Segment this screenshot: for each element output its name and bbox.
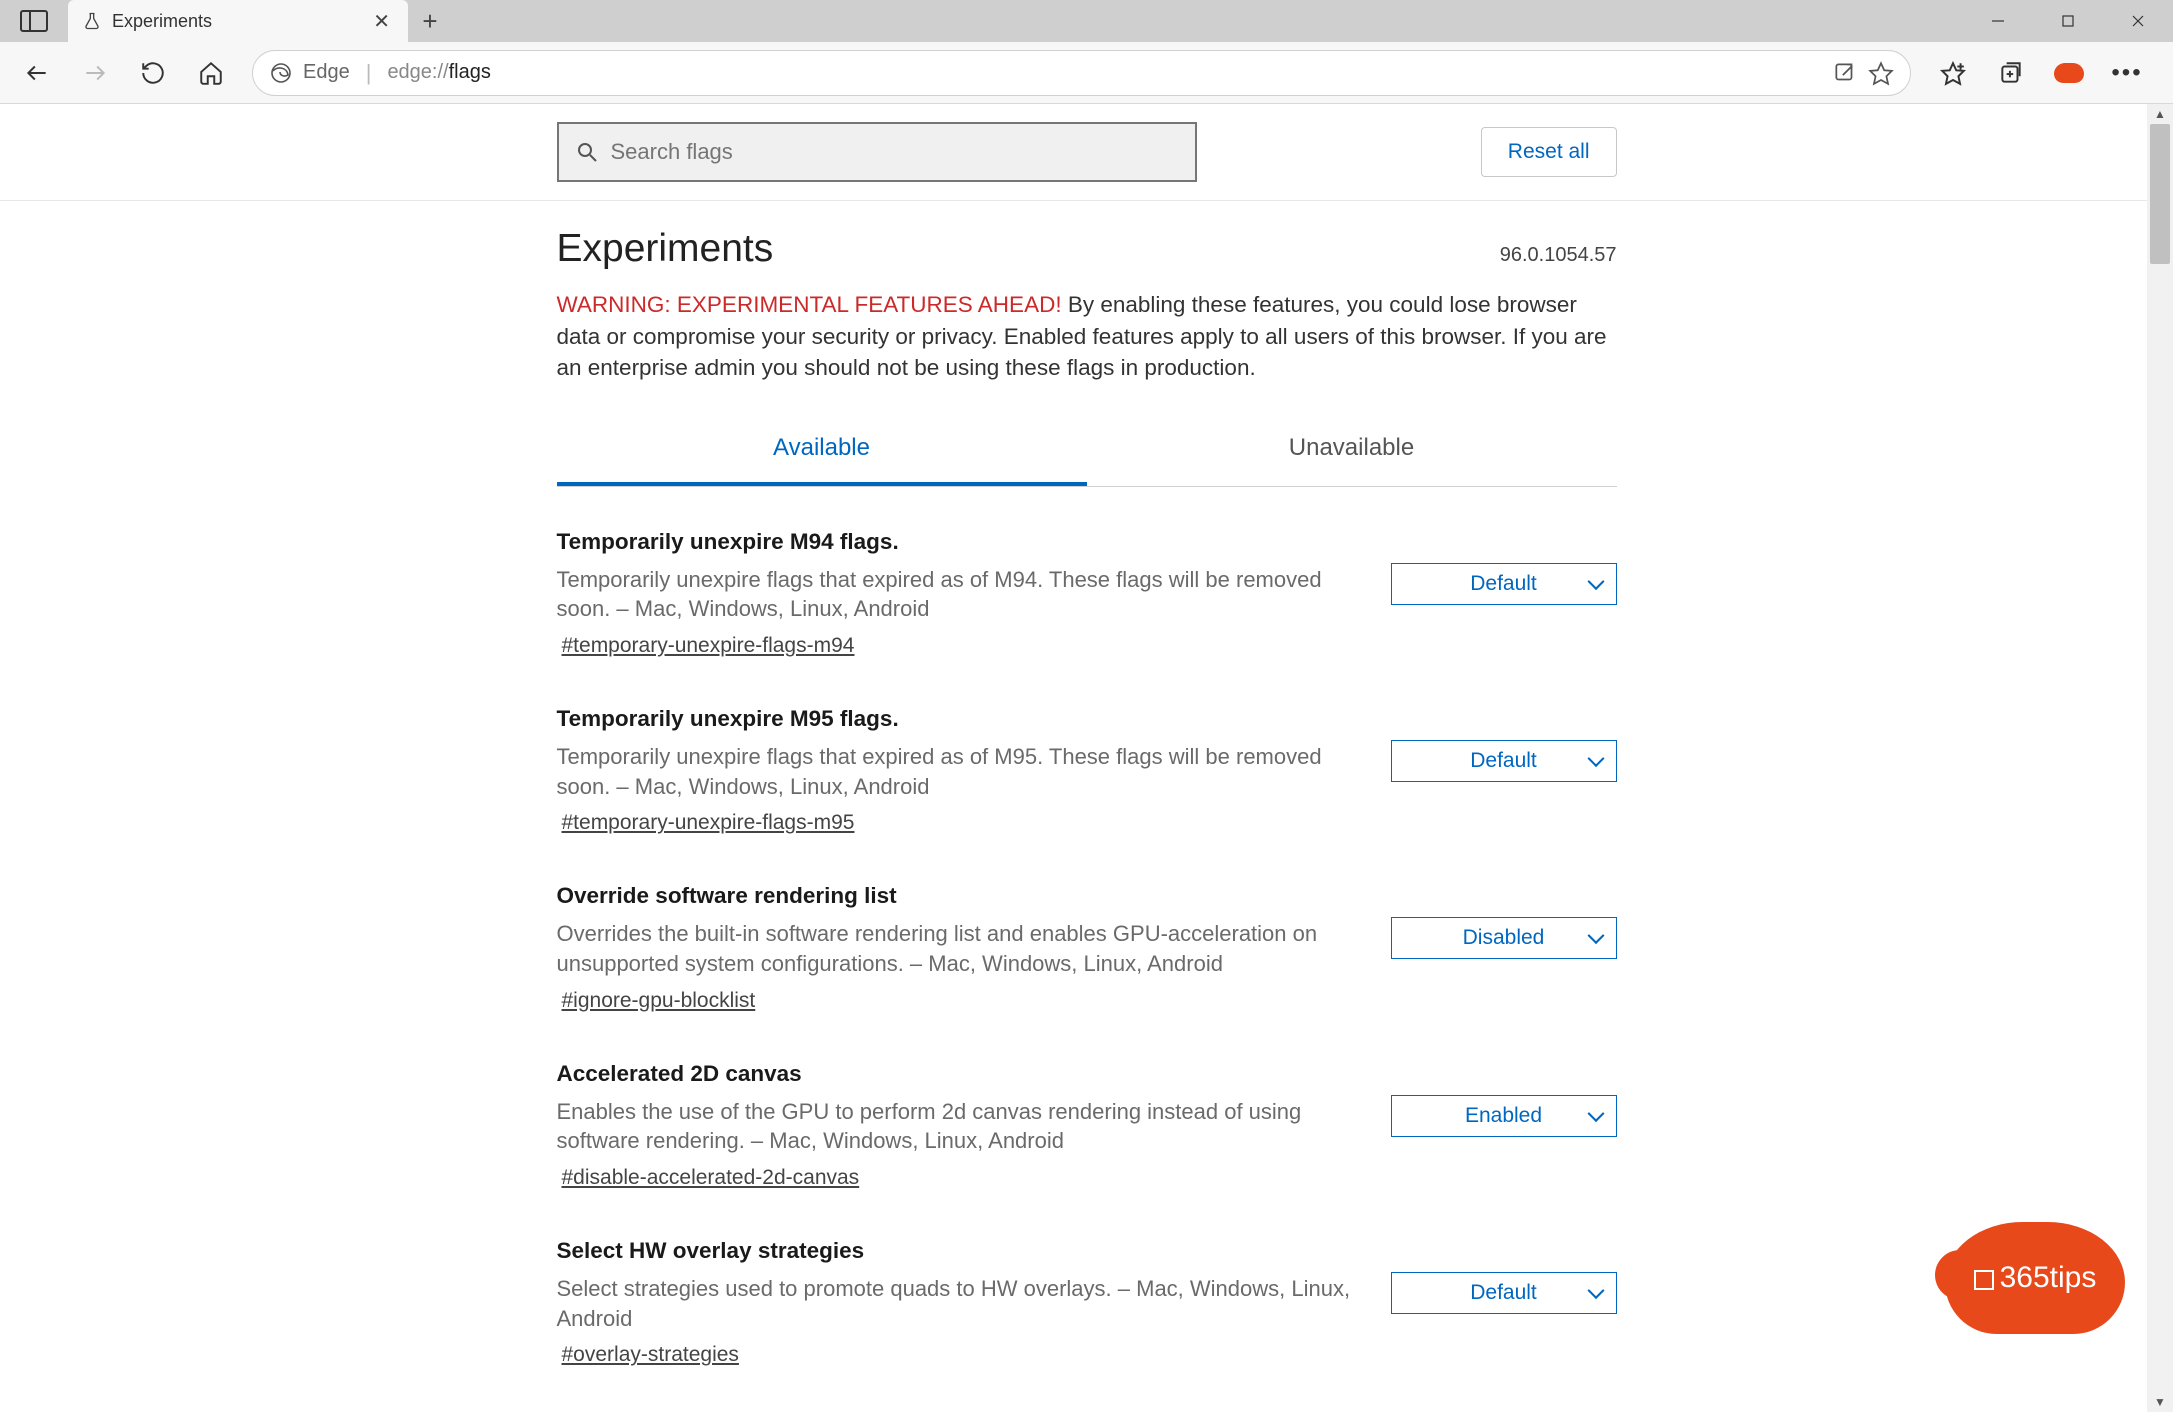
- flag-title: Temporarily unexpire M94 flags.: [557, 529, 1363, 555]
- forward-button: [68, 49, 122, 97]
- reset-all-button[interactable]: Reset all: [1481, 127, 1617, 177]
- star-plus-icon: [1940, 60, 1966, 86]
- settings-more-button[interactable]: •••: [2099, 49, 2155, 97]
- tab-manager-icon: [20, 10, 48, 32]
- page-viewport: Reset all Experiments 96.0.1054.57 WARNI…: [0, 104, 2173, 1412]
- search-row: Reset all: [0, 104, 2173, 201]
- collections-icon: [1998, 60, 2024, 86]
- refresh-button[interactable]: [126, 49, 180, 97]
- flag-select[interactable]: Disabled: [1391, 917, 1617, 959]
- flag-description: Overrides the built-in software renderin…: [557, 919, 1363, 978]
- window-controls: [1963, 0, 2173, 42]
- watermark-badge: 365tips: [1945, 1222, 2125, 1334]
- flag-description: Select strategies used to promote quads …: [557, 1274, 1363, 1333]
- office-square-icon: [1974, 1270, 1994, 1290]
- scroll-down-arrow[interactable]: ▼: [2147, 1392, 2173, 1412]
- favorite-star-icon[interactable]: [1868, 60, 1894, 86]
- favorites-button[interactable]: [1925, 49, 1981, 97]
- flag-row: Accelerated 2D canvas Enables the use of…: [557, 1061, 1617, 1190]
- flask-icon: [82, 11, 102, 31]
- flag-select[interactable]: Default: [1391, 563, 1617, 605]
- browser-toolbar: Edge | edge://flags •••: [0, 42, 2173, 104]
- flag-description: Temporarily unexpire flags that expired …: [557, 742, 1363, 801]
- profile-button[interactable]: [2041, 49, 2097, 97]
- flag-anchor-link[interactable]: #ignore-gpu-blocklist: [557, 989, 756, 1013]
- new-tab-button[interactable]: +: [408, 0, 452, 42]
- home-icon: [198, 60, 224, 86]
- address-bar[interactable]: Edge | edge://flags: [252, 50, 1911, 96]
- tab-actions-button[interactable]: [0, 0, 68, 42]
- title-bar: Experiments ✕ +: [0, 0, 2173, 42]
- arrow-right-icon: [82, 60, 108, 86]
- browser-tab[interactable]: Experiments ✕: [68, 0, 408, 42]
- address-prefix: Edge: [303, 61, 350, 84]
- scrollbar[interactable]: ▲ ▼: [2147, 104, 2173, 1412]
- flags-list: Temporarily unexpire M94 flags. Temporar…: [557, 529, 1617, 1412]
- flag-anchor-link[interactable]: #overlay-strategies: [557, 1343, 739, 1367]
- cloud-icon: [2054, 63, 2084, 83]
- search-flags-box[interactable]: [557, 122, 1197, 182]
- edge-logo-icon: [269, 61, 293, 85]
- collections-button[interactable]: [1983, 49, 2039, 97]
- flag-title: Override software rendering list: [557, 883, 1363, 909]
- page-title: Experiments: [557, 227, 774, 271]
- more-icon: •••: [2111, 59, 2142, 87]
- flag-title: Temporarily unexpire M95 flags.: [557, 706, 1363, 732]
- flag-row: Temporarily unexpire M94 flags. Temporar…: [557, 529, 1617, 658]
- flag-select[interactable]: Enabled: [1391, 1095, 1617, 1137]
- flag-title: Accelerated 2D canvas: [557, 1061, 1363, 1087]
- tab-available[interactable]: Available: [557, 414, 1087, 486]
- tab-title: Experiments: [112, 11, 359, 32]
- flag-row: Select HW overlay strategies Select stra…: [557, 1238, 1617, 1367]
- tab-unavailable[interactable]: Unavailable: [1087, 414, 1617, 486]
- scroll-up-arrow[interactable]: ▲: [2147, 104, 2173, 124]
- search-icon: [575, 140, 599, 164]
- home-button[interactable]: [184, 49, 238, 97]
- address-text: edge://flags: [387, 61, 490, 84]
- scroll-thumb[interactable]: [2150, 124, 2170, 264]
- maximize-button[interactable]: [2033, 0, 2103, 42]
- warning-text: WARNING: EXPERIMENTAL FEATURES AHEAD! By…: [557, 289, 1617, 384]
- flag-anchor-link[interactable]: #temporary-unexpire-flags-m94: [557, 634, 855, 658]
- flag-title: Select HW overlay strategies: [557, 1238, 1363, 1264]
- flag-description: Enables the use of the GPU to perform 2d…: [557, 1097, 1363, 1156]
- version-text: 96.0.1054.57: [1500, 244, 1617, 267]
- flag-description: Temporarily unexpire flags that expired …: [557, 565, 1363, 624]
- tab-close-button[interactable]: ✕: [369, 9, 394, 34]
- flag-select[interactable]: Default: [1391, 740, 1617, 782]
- flag-row: Override software rendering list Overrid…: [557, 883, 1617, 1012]
- flag-anchor-link[interactable]: #temporary-unexpire-flags-m95: [557, 811, 855, 835]
- flag-row: Temporarily unexpire M95 flags. Temporar…: [557, 706, 1617, 835]
- refresh-icon: [140, 60, 166, 86]
- search-flags-input[interactable]: [611, 139, 1179, 165]
- content-area: Experiments 96.0.1054.57 WARNING: EXPERI…: [557, 201, 1617, 1412]
- arrow-left-icon: [24, 60, 50, 86]
- minimize-button[interactable]: [1963, 0, 2033, 42]
- flag-tabs: Available Unavailable: [557, 414, 1617, 487]
- open-external-icon[interactable]: [1832, 60, 1858, 86]
- close-window-button[interactable]: [2103, 0, 2173, 42]
- back-button[interactable]: [10, 49, 64, 97]
- flag-anchor-link[interactable]: #disable-accelerated-2d-canvas: [557, 1166, 860, 1190]
- flag-select[interactable]: Default: [1391, 1272, 1617, 1314]
